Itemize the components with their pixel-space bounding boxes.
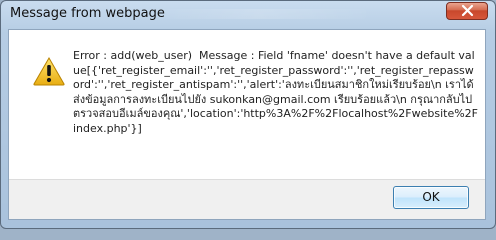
title-bar[interactable]: Message from webpage	[1, 1, 495, 29]
close-button[interactable]	[446, 2, 488, 20]
dialog-message: Error : add(web_user) Message : Field 'f…	[73, 49, 478, 135]
message-content-panel: Error : add(web_user) Message : Field 'f…	[9, 30, 485, 179]
footer-divider	[9, 179, 485, 180]
close-icon	[461, 4, 474, 17]
message-dialog-window: Message from webpage Error : add(web_use…	[0, 0, 496, 229]
ok-button[interactable]: OK	[393, 186, 469, 209]
dialog-title: Message from webpage	[10, 6, 165, 21]
warning-icon	[33, 57, 65, 86]
dialog-client-area: Error : add(web_user) Message : Field 'f…	[8, 29, 486, 220]
title-bar-highlight	[151, 9, 366, 19]
